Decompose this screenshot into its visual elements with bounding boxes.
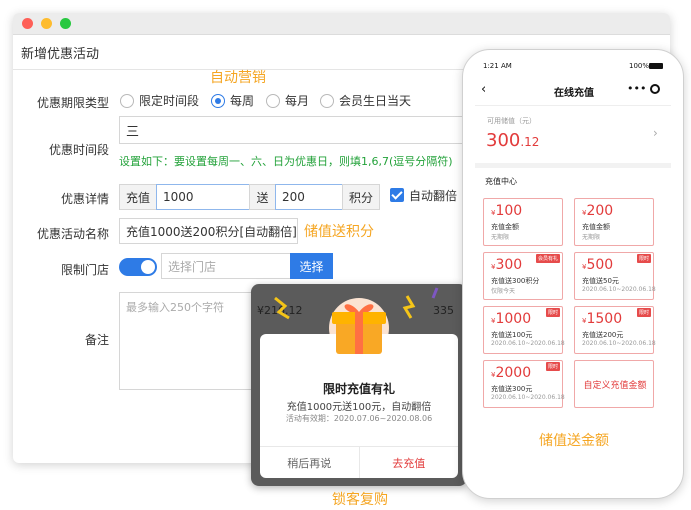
store-select-input[interactable]: 选择门店 [161, 253, 291, 279]
section-spacer [475, 163, 671, 168]
later-button[interactable]: 稍后再说 [260, 447, 360, 478]
nav-divider [475, 105, 671, 106]
detail-label: 优惠详情 [60, 192, 109, 206]
balance-value: 300.12 [486, 130, 540, 151]
radio-circle [120, 93, 134, 108]
status-time: 1:21 AM [483, 62, 512, 70]
activity-name-label: 优惠活动名称 [36, 227, 109, 241]
stored-value-caption: 储值送金额 [539, 433, 609, 449]
period-type-label: 优惠期限类型 [36, 96, 109, 110]
popup-card: 限时充值有礼 充值1000元送100元，自动翻倍 活动有效期：2020.07.0… [260, 304, 458, 478]
radio-birthday[interactable]: 会员生日当天 [320, 92, 411, 109]
store-limit-toggle[interactable] [119, 258, 157, 276]
recharge-card[interactable]: ¥100 充值金额 无期限 [483, 198, 563, 246]
window-title: 新增优惠活动 [21, 47, 100, 62]
phone-mockup: 1:21 AM 100% ‹ 在线充值 ••• 可用储值（元） 300.12 ›… [462, 49, 684, 499]
popup-title: 限时充值有礼 [322, 382, 395, 396]
recharge-card[interactable]: 限时 ¥1500 充值送200元 2020.06.10~2020.06.18 [574, 306, 656, 354]
points-suffix: 积分 [342, 184, 380, 210]
recharge-card[interactable]: 限时 ¥2000 充值送300元 2020.06.10~2020.06.18 [483, 360, 565, 408]
auto-double-checkbox[interactable] [390, 188, 404, 202]
recharge-prefix: 充值 [119, 184, 157, 210]
more-icon[interactable]: ••• [627, 82, 646, 95]
balance-chevron-icon[interactable]: › [653, 126, 658, 140]
card-badge: 限时 [545, 308, 560, 317]
recharge-card[interactable]: 限时 ¥1000 充值送100元 2020.06.10~2020.06.18 [483, 306, 565, 354]
card-badge: 限时 [636, 254, 651, 263]
bonus-points-input[interactable]: 200 [275, 184, 343, 210]
period-time-note: 设置如下：要设置每周一、六、日为优惠日，则填1,6,7(逗号分隔符) [119, 155, 453, 168]
target-icon[interactable] [650, 84, 660, 94]
popup-valid-date: 活动有效期：2020.07.06~2020.08.06 [285, 414, 433, 423]
radio-monthly[interactable]: 每月 [266, 92, 309, 109]
battery-icon [649, 63, 663, 69]
period-time-label: 优惠时间段 [48, 143, 109, 157]
auto-double-label: 自动翻倍 [409, 189, 458, 203]
status-battery: 100% [629, 62, 650, 70]
select-store-button[interactable]: 选择 [290, 253, 333, 279]
close-window-button[interactable] [22, 18, 33, 29]
card-badge: 限时 [545, 362, 560, 371]
popup-button-row: 稍后再说 去充值 [260, 446, 458, 478]
phone-nav-bar: ‹ 在线充值 ••• [463, 80, 683, 102]
custom-amount-card[interactable]: 自定义充值金额 [574, 360, 654, 408]
activity-name-input[interactable]: 充值1000送200积分[自动翻倍] [119, 218, 298, 244]
remark-textarea[interactable]: 最多输入250个字符 [119, 292, 269, 390]
card-badge: 会员有礼 [535, 254, 560, 263]
card-badge: 限时 [636, 308, 651, 317]
balance-label: 可用储值（元） [487, 117, 536, 125]
radio-limited-period[interactable]: 限定时间段 [120, 92, 199, 109]
gift-box-icon [332, 304, 386, 354]
window-titlebar [13, 13, 670, 35]
recharge-amount-input[interactable]: 1000 [156, 184, 250, 210]
auto-marketing-tag: 自动营销 [210, 70, 266, 86]
radio-circle-selected [211, 93, 225, 108]
popup-subtitle: 充值1000元送100元，自动翻倍 [286, 402, 432, 413]
radio-circle [266, 93, 280, 108]
maximize-window-button[interactable] [60, 18, 71, 29]
remark-label: 备注 [84, 333, 109, 347]
recharge-gift-popup: ¥216.12 335 限时充值有礼 充值1000元送100元，自动翻倍 活动有… [251, 284, 467, 486]
stage: 新增优惠活动 自动营销 优惠期限类型 限定时间段 每周 每月 会员生日当天 优惠… [0, 0, 691, 510]
points-tag: 储值送积分 [304, 224, 374, 240]
lock-repurchase-caption: 锁客复购 [332, 492, 388, 508]
bonus-mid-label: 送 [249, 184, 276, 210]
recharge-card[interactable]: 会员有礼 ¥300 充值送300积分 仅限今天 [483, 252, 563, 300]
radio-circle [320, 93, 334, 108]
minimize-window-button[interactable] [41, 18, 52, 29]
custom-amount-label: 自定义充值金额 [583, 381, 647, 391]
go-recharge-button[interactable]: 去充值 [360, 447, 459, 478]
recharge-card[interactable]: 限时 ¥500 充值送50元 2020.06.10~2020.06.18 [574, 252, 656, 300]
radio-weekly[interactable]: 每周 [211, 92, 254, 109]
recharge-center-title: 充值中心 [485, 177, 517, 186]
store-label: 限制门店 [60, 263, 109, 277]
period-time-input[interactable]: 三 [119, 116, 470, 144]
recharge-card[interactable]: ¥200 充值金额 无期限 [574, 198, 654, 246]
